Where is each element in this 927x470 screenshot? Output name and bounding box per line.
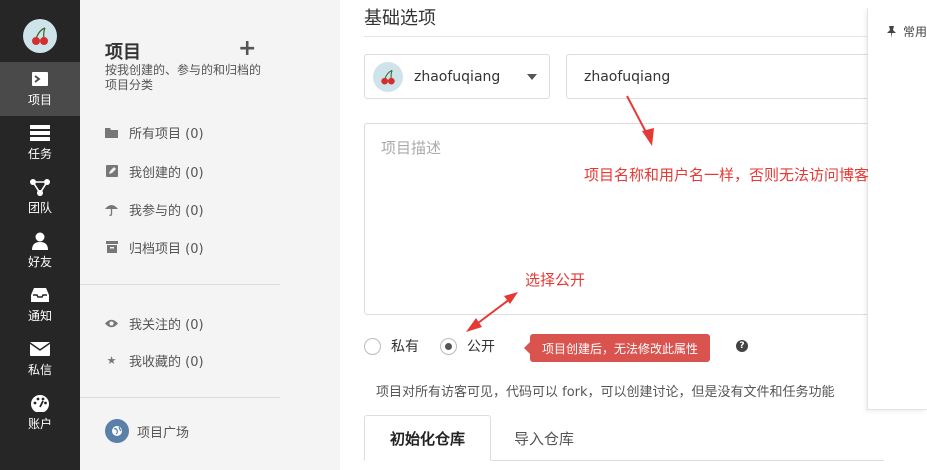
annotation-public-note: 选择公开	[525, 271, 586, 289]
main-nav: 项目 任务 团队 好友 通知 私信 账户	[0, 0, 80, 470]
tab-import-repo[interactable]: 导入仓库	[514, 415, 574, 461]
nav-item-friend[interactable]: 好友	[0, 224, 80, 278]
panel-label: 常用	[903, 25, 927, 39]
sidebar-item-label: 我创建的 (0)	[129, 165, 204, 181]
nav-label-message: 私信	[27, 363, 52, 377]
owner-select[interactable]: zhaofuqiang	[364, 54, 550, 99]
sidebar-item-watching[interactable]: 我关注的 (0)	[105, 313, 204, 333]
nav-item-project[interactable]: 项目	[0, 62, 80, 116]
nav-item-account[interactable]: 账户	[0, 386, 80, 440]
app-logo[interactable]	[23, 19, 57, 53]
edit-icon	[105, 165, 118, 178]
project-description-textarea[interactable]: 项目描述	[364, 123, 884, 315]
radio-public-circle[interactable]	[440, 337, 457, 355]
sidebar-item-label: 我参与的 (0)	[129, 203, 204, 219]
task-icon	[30, 125, 50, 141]
umbrella-icon	[105, 203, 118, 216]
radio-public[interactable]: 公开	[440, 336, 495, 356]
radio-public-label: 公开	[467, 339, 495, 355]
description-placeholder: 项目描述	[381, 139, 442, 157]
star-icon: ★	[106, 353, 117, 367]
right-panel: 常用	[867, 8, 927, 410]
nav-label-team: 团队	[27, 201, 52, 215]
globe-icon	[105, 419, 129, 443]
project-name-input[interactable]: zhaofuqiang	[566, 54, 886, 99]
sidebar-divider	[80, 284, 280, 285]
nav-item-notice[interactable]: 通知	[0, 278, 80, 332]
radio-private[interactable]: 私有	[364, 336, 419, 356]
repo-tabs: 初始化仓库 导入仓库	[364, 415, 884, 470]
sidebar-item-label: 所有项目 (0)	[129, 126, 204, 142]
owner-name: zhaofuqiang	[414, 68, 501, 85]
sidebar-item-label: 我收藏的 (0)	[129, 354, 204, 370]
folder-icon	[105, 126, 118, 139]
radio-private-label: 私有	[391, 339, 419, 355]
archive-icon	[105, 241, 118, 254]
friend-icon	[32, 232, 48, 250]
annotation-name-note: 项目名称和用户名一样，否则无法访问博客	[584, 166, 870, 184]
help-icon[interactable]: ?	[736, 340, 748, 352]
section-divider	[364, 36, 874, 37]
sidebar-item-label: 归档项目 (0)	[129, 241, 204, 257]
nav-item-message[interactable]: 私信	[0, 332, 80, 386]
nav-item-task[interactable]: 任务	[0, 116, 80, 170]
sidebar-title: 项目	[105, 42, 141, 63]
sidebar-divider	[80, 397, 280, 398]
pin-icon	[887, 25, 896, 38]
panel-header[interactable]: 常用	[886, 23, 927, 40]
nav-item-team[interactable]: 团队	[0, 170, 80, 224]
sidebar-item-label: 项目广场	[137, 425, 190, 441]
create-project-form: 基础选项 zhaofuqiang zhaofuqiang 项目描述 私有 公开 …	[340, 0, 927, 470]
sidebar-item-all[interactable]: 所有项目 (0)	[105, 122, 204, 142]
nav-label-project: 项目	[27, 93, 52, 107]
add-project-icon[interactable]: +	[238, 36, 256, 61]
nav-label-task: 任务	[27, 147, 52, 161]
warning-badge: 项目创建后，无法修改此属性	[523, 334, 711, 362]
visibility-hint: 项目对所有访客可见，代码可以 fork，可以创建讨论，但是没有文件和任务功能	[376, 385, 835, 400]
sidebar-description: 按我创建的、参与的和归档的项目分类	[105, 63, 262, 92]
sidebar-item-archived[interactable]: 归档项目 (0)	[105, 237, 204, 257]
project-sidebar: 项目 + 按我创建的、参与的和归档的项目分类 所有项目 (0) 我创建的 (0)…	[80, 0, 280, 470]
eye-icon	[105, 317, 118, 330]
chevron-down-icon	[527, 74, 537, 80]
project-icon	[32, 72, 48, 86]
nav-label-account: 账户	[27, 417, 52, 431]
sidebar-gutter	[280, 0, 340, 470]
radio-private-circle[interactable]	[364, 337, 381, 355]
mail-icon	[29, 342, 51, 356]
tab-init-repo[interactable]: 初始化仓库	[364, 415, 491, 461]
section-title: 基础选项	[364, 8, 436, 29]
cherry-logo-icon	[32, 27, 48, 45]
team-icon	[30, 179, 50, 196]
nav-label-friend: 好友	[27, 255, 52, 269]
sidebar-item-starred[interactable]: ★ 我收藏的 (0)	[105, 350, 204, 370]
sidebar-item-created[interactable]: 我创建的 (0)	[105, 161, 204, 181]
nav-label-notice: 通知	[27, 309, 52, 323]
avatar	[373, 61, 403, 92]
dashboard-icon	[31, 395, 49, 412]
sidebar-item-joined[interactable]: 我参与的 (0)	[105, 199, 204, 219]
inbox-icon	[31, 288, 49, 302]
sidebar-item-label: 我关注的 (0)	[129, 317, 204, 333]
sidebar-item-plaza[interactable]: 项目广场	[105, 419, 190, 443]
